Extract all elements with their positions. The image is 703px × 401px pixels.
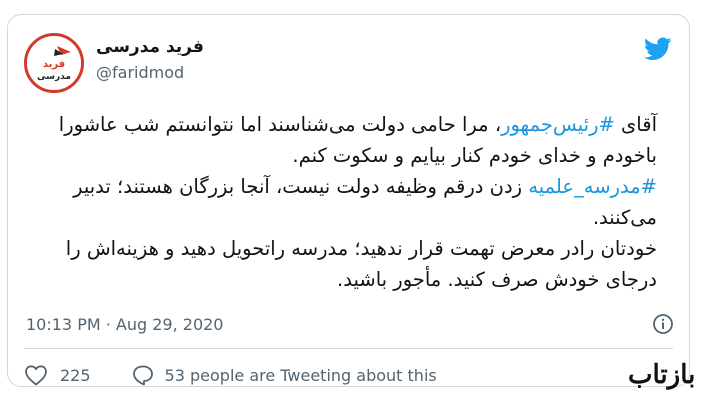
- watermark-logo: بازتاب: [628, 360, 696, 390]
- avatar-logo: فرید مدرسی: [27, 36, 81, 90]
- display-name[interactable]: فرید مدرسی: [96, 37, 204, 57]
- user-handle[interactable]: @faridmod: [96, 63, 184, 82]
- tweet-paragraph-3: خودتان رادر معرض تهمت قرار ندهید؛ مدرسه …: [65, 237, 657, 291]
- svg-text:مدرسی: مدرسی: [37, 72, 71, 82]
- svg-text:فرید: فرید: [43, 59, 65, 70]
- tweet-actions: 225 53 people are Tweeting about this: [24, 363, 437, 387]
- tweet-text: آقای #رئیس‌جمهور، مرا حامی دولت می‌شناسن…: [17, 109, 657, 295]
- tweeting-about-link[interactable]: 53 people are Tweeting about this: [165, 366, 437, 385]
- tweet-paragraph-2: #مدرسه_علمیه زدن درقم وظیفه دولت نیست، آ…: [17, 171, 657, 233]
- tweet-text-segment: آقای: [614, 113, 657, 136]
- comment-bubble-icon[interactable]: [131, 364, 155, 386]
- like-count[interactable]: 225: [60, 366, 91, 385]
- tweet-timestamp[interactable]: 10:13 PM · Aug 29, 2020: [26, 315, 223, 334]
- hashtag-link[interactable]: #رئیس‌جمهور: [501, 113, 615, 136]
- twitter-bird-icon[interactable]: [643, 37, 672, 65]
- tweet-paragraph-1: آقای #رئیس‌جمهور، مرا حامی دولت می‌شناسن…: [17, 109, 657, 171]
- heart-icon[interactable]: [24, 364, 48, 386]
- hashtag-link[interactable]: #مدرسه_علمیه: [528, 175, 657, 198]
- divider: [24, 348, 673, 349]
- info-icon[interactable]: [652, 313, 674, 339]
- tweet-card: فرید مدرسی فرید مدرسی @faridmod آقای #رئ…: [7, 14, 690, 387]
- avatar[interactable]: فرید مدرسی: [24, 33, 84, 93]
